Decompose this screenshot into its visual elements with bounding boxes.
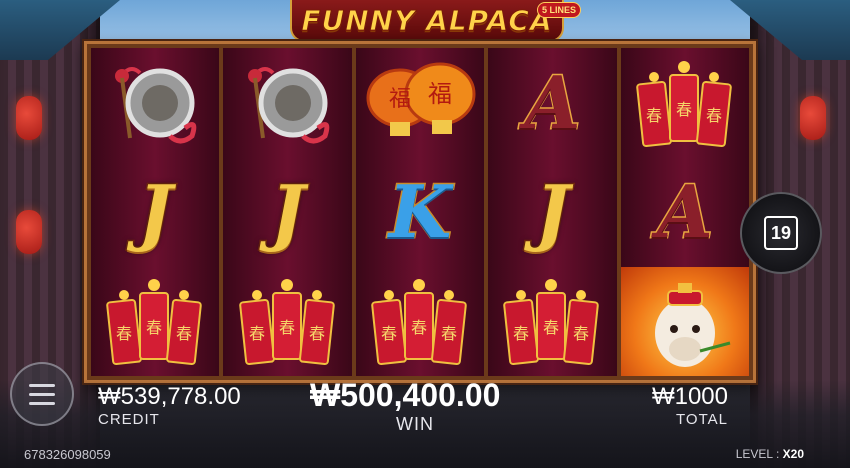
firecrackers-symbol: 春 春 春: [223, 267, 351, 376]
svg-text:春: 春: [411, 318, 427, 337]
symbol-a: A: [488, 48, 616, 157]
menu-button[interactable]: [10, 362, 74, 426]
lines-badge: 5 LINES: [537, 2, 582, 18]
total-value: ₩1000: [651, 383, 728, 410]
red-lantern-decoration: [16, 210, 42, 254]
svg-text:春: 春: [441, 324, 457, 343]
level-value: X20: [782, 447, 804, 461]
total-bet-display[interactable]: ₩1000 TOTAL: [648, 383, 728, 428]
gong-icon: [247, 66, 329, 144]
credit-display: ₩539,778.00 CREDIT: [98, 383, 241, 428]
firecrackers-symbol: 春 春 春: [621, 48, 749, 157]
win-label: WIN: [396, 414, 434, 434]
reel-column: AJ 春 春 春: [488, 48, 617, 376]
symbol-letter: A: [655, 168, 714, 256]
firecracker-icon: 春 春 春: [106, 279, 202, 366]
auto-spin-button[interactable]: 19: [740, 192, 822, 274]
red-lantern-decoration: [800, 96, 826, 140]
svg-text:春: 春: [146, 318, 162, 337]
reel-column: 福 福 K 春 春 春: [355, 48, 485, 376]
game-title-board: FUNNY ALPACA: [290, 0, 564, 42]
svg-text:春: 春: [381, 324, 397, 343]
svg-text:春: 春: [279, 318, 295, 337]
credit-value: ₩539,778.00: [98, 383, 241, 410]
firecracker-icon: 春 春 春: [503, 279, 600, 366]
firecracker-icon: 春 春 春: [238, 279, 335, 366]
firecrackers-symbol: 春 春 春: [356, 267, 484, 376]
symbol-k: K: [356, 157, 484, 266]
reels[interactable]: J 春 春 春 J 春 春 春 福 福 K 春 春 春 A J 春 春 春 春 …: [91, 48, 750, 376]
menu-icon-line: [29, 392, 55, 396]
svg-text:春: 春: [513, 324, 529, 343]
symbol-j: J: [488, 157, 616, 266]
gong-icon: [115, 66, 197, 144]
menu-icon-line: [29, 401, 55, 405]
lanterns-symbol: 福 福: [356, 48, 484, 157]
level-label: LEVEL :: [735, 447, 780, 461]
symbol-letter: J: [269, 168, 306, 256]
total-label: TOTAL: [676, 411, 728, 428]
reel-frame: J 春 春 春 J 春 春 春 福 福 K 春 春 春 A J 春 春 春 春 …: [84, 41, 756, 383]
svg-text:春: 春: [176, 324, 192, 343]
svg-text:春: 春: [573, 324, 589, 343]
firecrackers-symbol: 春 春 春: [91, 267, 219, 376]
symbol-j: J: [91, 157, 219, 266]
symbol-a: A: [621, 157, 749, 266]
auto-spin-count: 19: [764, 216, 798, 250]
level-indicator: LEVEL : X20: [736, 447, 804, 461]
firecracker-icon: 春 春 春: [371, 279, 467, 366]
game-title: FUNNY ALPACA: [301, 3, 553, 37]
firecrackers-symbol: 春 春 春: [488, 267, 616, 376]
firecracker-icon: 春 春 春: [636, 60, 732, 147]
player-id: 678326098059: [24, 447, 111, 462]
svg-text:春: 春: [116, 324, 132, 343]
credit-label: CREDIT: [98, 411, 160, 428]
red-lantern-decoration: [16, 96, 42, 140]
symbol-letter: J: [137, 168, 174, 256]
symbol-letter: A: [523, 59, 582, 147]
svg-text:春: 春: [309, 324, 325, 343]
svg-text:春: 春: [646, 106, 662, 125]
symbol-letter: J: [534, 168, 571, 256]
menu-icon-line: [29, 383, 55, 387]
reel-column: 春 春 春 A: [620, 48, 750, 376]
reel-column: J 春 春 春: [223, 48, 352, 376]
symbol-j: J: [223, 157, 351, 266]
win-display: ₩500,400.00 WIN: [310, 377, 520, 435]
gong-symbol: [91, 48, 219, 157]
alpaca-wild-symbol: [620, 266, 750, 376]
svg-text:福: 福: [389, 87, 411, 112]
svg-text:春: 春: [706, 106, 722, 125]
gong-symbol: [223, 48, 351, 157]
svg-text:春: 春: [676, 100, 692, 119]
chinese-lantern-icon: 福 福: [366, 62, 476, 136]
svg-text:福: 福: [428, 80, 452, 108]
reel-column: J 春 春 春: [91, 48, 220, 376]
symbol-letter: K: [387, 168, 453, 256]
svg-text:春: 春: [543, 318, 559, 337]
win-value: ₩500,400.00: [310, 377, 501, 413]
alpaca-icon: [654, 283, 731, 368]
svg-text:春: 春: [249, 324, 265, 343]
